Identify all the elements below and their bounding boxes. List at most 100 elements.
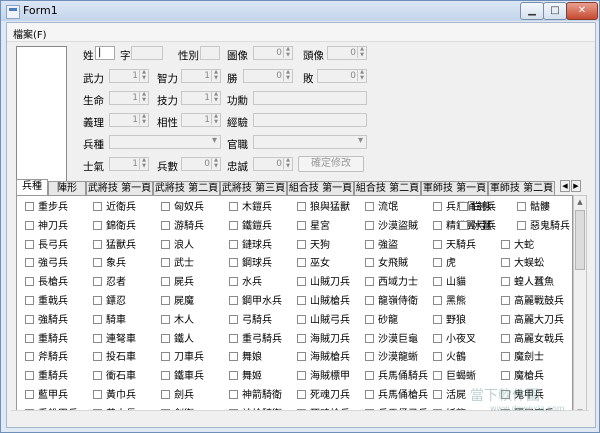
checkbox-icon[interactable] (297, 371, 306, 381)
troop-checkbox[interactable]: 狼與猛獸 (297, 202, 350, 213)
shiqi-spinner[interactable]: 1 (109, 157, 149, 171)
vertical-scrollbar[interactable]: ▲ ▼ (573, 195, 587, 419)
troop-checkbox[interactable]: 神刀兵 (25, 220, 68, 232)
troop-checkbox[interactable]: 虎 (433, 258, 456, 269)
checkbox-icon[interactable] (93, 390, 102, 399)
checkbox-icon[interactable] (25, 352, 34, 362)
menu-file[interactable]: 檔案(F) (13, 26, 47, 41)
troop-checkbox[interactable]: 海賊槍兵 (297, 352, 350, 363)
troop-checkbox[interactable]: 野狼 (433, 314, 466, 326)
troop-checkbox[interactable]: 長弓兵 (25, 239, 68, 251)
troop-checkbox[interactable]: 水兵 (229, 277, 262, 288)
troop-checkbox[interactable]: 斧騎兵 (25, 352, 68, 363)
troop-checkbox[interactable]: 沙漠龍蜥 (365, 352, 418, 363)
checkbox-icon[interactable] (229, 333, 238, 343)
checkbox-icon[interactable] (229, 202, 238, 211)
tab-zuheji-1[interactable]: 組合技 第一頁 (287, 181, 354, 195)
zhili-spinner[interactable]: 1 (181, 69, 221, 83)
troop-checkbox[interactable]: 重騎兵 (25, 371, 68, 382)
guanzhi-combo[interactable] (253, 135, 367, 149)
troop-checkbox[interactable]: 海賊刀兵 (297, 333, 350, 345)
checkbox-icon[interactable] (433, 202, 442, 211)
troop-checkbox[interactable]: 忍者 (93, 277, 126, 288)
troop-checkbox[interactable]: 死魂刀兵 (297, 390, 350, 401)
troop-checkbox[interactable]: 重騎兵 (25, 333, 68, 345)
checkbox-icon[interactable] (25, 202, 34, 211)
troop-checkbox[interactable]: 沙漠巨龜 (365, 333, 418, 345)
checkbox-icon[interactable] (365, 277, 374, 287)
checkbox-icon[interactable] (93, 220, 102, 230)
merit-input[interactable] (253, 91, 367, 105)
troop-checkbox[interactable]: 游騎兵 (161, 220, 204, 232)
troop-checkbox[interactable]: 匈奴兵 (161, 202, 204, 213)
troop-checkbox[interactable]: 鋼球兵 (229, 258, 272, 269)
checkbox-icon[interactable] (297, 314, 306, 324)
lose-spinner[interactable]: 0 (317, 69, 367, 83)
checkbox-icon[interactable] (161, 314, 170, 324)
checkbox-icon[interactable] (25, 239, 34, 249)
checkbox-icon[interactable] (161, 333, 170, 343)
checkbox-icon[interactable] (433, 258, 442, 268)
checkbox-icon[interactable] (229, 296, 238, 305)
troop-checkbox[interactable]: 沙漠盜賊 (365, 220, 418, 232)
checkbox-icon[interactable] (433, 296, 442, 305)
checkbox-icon[interactable] (93, 277, 102, 287)
checkbox-icon[interactable] (501, 333, 510, 343)
checkbox-icon[interactable] (433, 333, 442, 343)
troop-checkbox[interactable]: 強騎兵 (25, 314, 68, 326)
checkbox-icon[interactable] (229, 390, 238, 399)
troop-checkbox[interactable]: 山賊槍兵 (297, 296, 350, 307)
troop-checkbox[interactable]: 鋼甲水兵 (229, 296, 282, 307)
checkbox-icon[interactable] (229, 314, 238, 324)
troop-checkbox[interactable]: 兵馬俑騎兵 (365, 371, 428, 382)
troop-checkbox[interactable]: 錦衛兵 (93, 220, 136, 232)
troop-checkbox[interactable]: 西域力士 (365, 277, 418, 288)
troop-checkbox[interactable]: 屍兵 (161, 277, 194, 288)
troop-checkbox[interactable]: 近衛兵 (93, 202, 136, 213)
checkbox-icon[interactable] (93, 296, 102, 305)
checkbox-icon[interactable] (161, 296, 170, 305)
checkbox-icon[interactable] (161, 258, 170, 268)
checkbox-icon[interactable] (297, 239, 306, 249)
troop-checkbox[interactable]: 砂龍 (365, 314, 398, 326)
surname-input[interactable]: | (95, 46, 115, 60)
troop-checkbox[interactable]: 強弓兵 (25, 258, 68, 269)
wuli-spinner[interactable]: 1 (109, 69, 149, 83)
troop-checkbox[interactable]: 活屍 (433, 390, 466, 401)
troop-checkbox[interactable]: 猛獸兵 (93, 239, 136, 251)
xiangxing-spinner[interactable]: 1 (181, 113, 221, 127)
troop-checkbox[interactable]: 鏢忍 (93, 296, 126, 307)
troop-checkbox[interactable]: 山賊刀兵 (297, 277, 350, 288)
checkbox-icon[interactable] (517, 202, 526, 211)
skill-spinner[interactable]: 1 (181, 91, 221, 105)
checkbox-icon[interactable] (161, 371, 170, 381)
checkbox-icon[interactable] (501, 296, 510, 305)
checkbox-icon[interactable] (365, 371, 374, 381)
troop-checkbox[interactable]: 衝石車 (93, 371, 136, 382)
troop-checkbox[interactable]: 巨蝎蜥 (433, 371, 476, 382)
checkbox-icon[interactable] (229, 371, 238, 381)
troop-checkbox[interactable]: 武士 (161, 258, 194, 269)
life-spinner[interactable]: 1 (109, 91, 149, 105)
checkbox-icon[interactable] (433, 371, 442, 381)
troop-checkbox[interactable]: 大蜈蚣 (501, 258, 544, 269)
tab-bingzhong[interactable]: 兵種 (16, 179, 48, 195)
checkbox-icon[interactable] (161, 352, 170, 362)
checkbox-icon[interactable] (365, 239, 374, 249)
tab-wujiangji-2[interactable]: 武將技 第二頁 (153, 181, 220, 195)
troop-checkbox[interactable]: 高麗大刀兵 (501, 314, 564, 326)
exp-input[interactable] (253, 113, 367, 127)
checkbox-icon[interactable] (229, 258, 238, 268)
checkbox-icon[interactable] (297, 277, 306, 287)
checkbox-icon[interactable] (93, 352, 102, 362)
tab-scroll-right-icon[interactable]: ▶ (571, 180, 581, 192)
checkbox-icon[interactable] (433, 314, 442, 324)
checkbox-icon[interactable] (229, 277, 238, 287)
checkbox-icon[interactable] (365, 202, 374, 211)
troop-checkbox[interactable]: 重弓騎兵 (229, 333, 282, 345)
troop-checkbox[interactable]: 女飛賊 (365, 258, 408, 269)
checkbox-icon[interactable] (365, 296, 374, 305)
troop-checkbox[interactable]: 長槍兵 (25, 277, 68, 288)
troop-checkbox[interactable]: 刀車兵 (161, 352, 204, 363)
win-spinner[interactable]: 0 (243, 69, 293, 83)
